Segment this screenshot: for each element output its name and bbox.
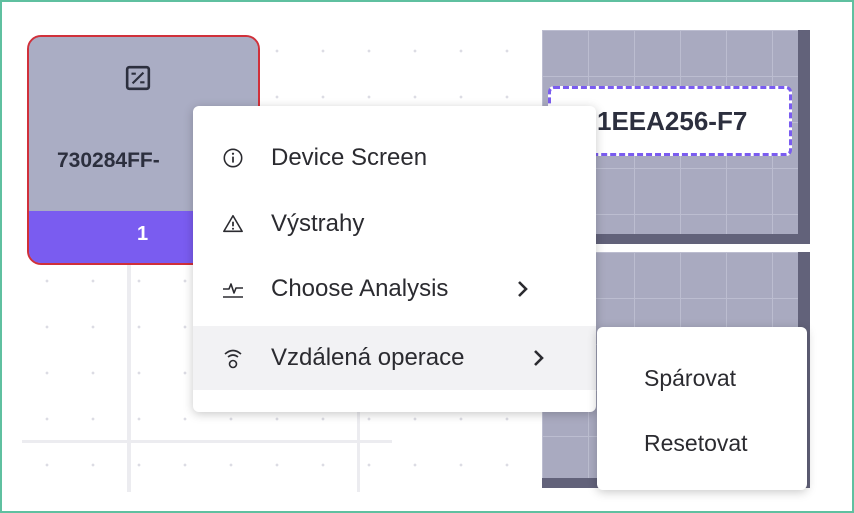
context-menu: Device Screen Výstrahy Choose Analysis V… [193, 106, 596, 412]
menu-item-choose-analysis[interactable]: Choose Analysis [193, 257, 596, 321]
app-frame: 1EEA256-F7 730284FF- 1 Device Screen Výs… [0, 0, 854, 513]
remote-signal-icon [221, 346, 245, 370]
info-icon [221, 146, 245, 170]
menu-item-label: Device Screen [271, 144, 428, 171]
menu-item-label: Choose Analysis [271, 275, 449, 302]
chevron-right-icon [518, 281, 528, 297]
warning-triangle-icon [221, 212, 245, 236]
remote-operation-submenu: Spárovat Resetovat [597, 327, 807, 490]
device-card-name: 730284FF- [57, 149, 160, 172]
menu-item-vzdalena-operace[interactable]: Vzdálená operace [193, 326, 596, 390]
submenu-item-sparovat[interactable]: Spárovat [644, 365, 736, 392]
device-card-count: 1 [137, 223, 149, 245]
submenu-item-resetovat[interactable]: Resetovat [644, 430, 748, 457]
connector-line [127, 257, 131, 492]
menu-item-vystrahy[interactable]: Výstrahy [193, 192, 596, 256]
analysis-pulse-icon [221, 277, 245, 301]
selected-device-name: 1EEA256-F7 [597, 106, 748, 136]
chevron-right-icon [534, 350, 544, 366]
percent-box-icon [125, 65, 151, 91]
menu-item-device-screen[interactable]: Device Screen [193, 126, 596, 190]
menu-item-label: Vzdálená operace [271, 344, 465, 371]
menu-item-label: Výstrahy [271, 210, 365, 237]
connector-line [22, 440, 392, 443]
